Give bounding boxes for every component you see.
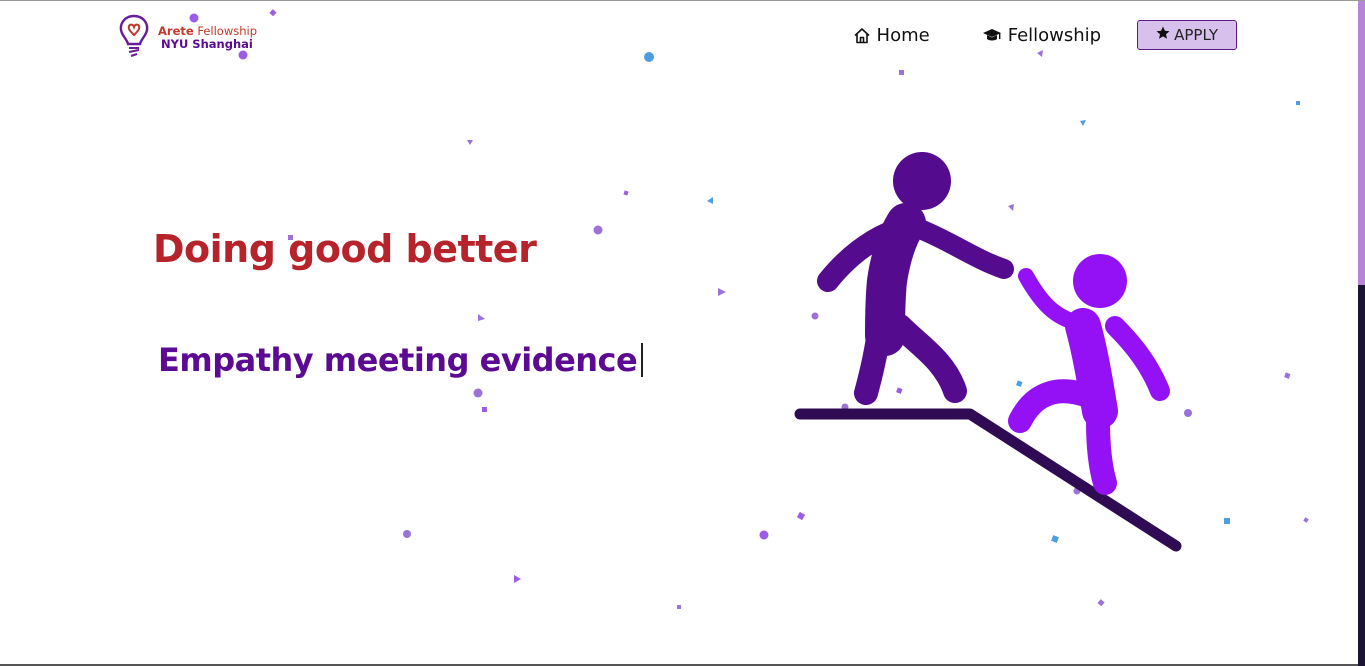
apply-label: APPLY (1174, 26, 1218, 44)
star-icon (1156, 26, 1170, 44)
typed-text: Empathy meeting evidence (158, 341, 638, 379)
lightbulb-heart-icon (118, 13, 150, 63)
scrollbar[interactable] (1358, 1, 1365, 666)
nav-fellowship-link[interactable]: Fellowship (982, 25, 1101, 46)
home-icon (853, 27, 871, 44)
hero-title: Doing good better (153, 227, 537, 271)
logo-subtitle: NYU Shanghai (161, 37, 253, 51)
typing-caret (641, 343, 644, 377)
logo-text: Arete Fellowship NYU Shanghai (158, 25, 257, 51)
logo[interactable]: Arete Fellowship NYU Shanghai (118, 13, 257, 63)
nav-home-label: Home (876, 24, 930, 46)
nav-home-link[interactable]: Home (853, 25, 930, 46)
helping-hand-illustration (794, 152, 1182, 552)
graduation-cap-icon (982, 27, 1002, 43)
scrollbar-thumb[interactable] (1358, 1, 1365, 285)
climber-figure (1008, 254, 1170, 495)
main-nav: Home Fellowship APPLY (853, 20, 1237, 50)
apply-button[interactable]: APPLY (1137, 20, 1237, 50)
hero-subtitle: Empathy meeting evidence (158, 341, 644, 379)
ledge-shape (794, 408, 1182, 552)
page: Arete Fellowship NYU Shanghai Home Fello… (0, 0, 1365, 666)
helper-figure (817, 152, 1014, 405)
nav-fellowship-label: Fellowship (1007, 24, 1102, 46)
